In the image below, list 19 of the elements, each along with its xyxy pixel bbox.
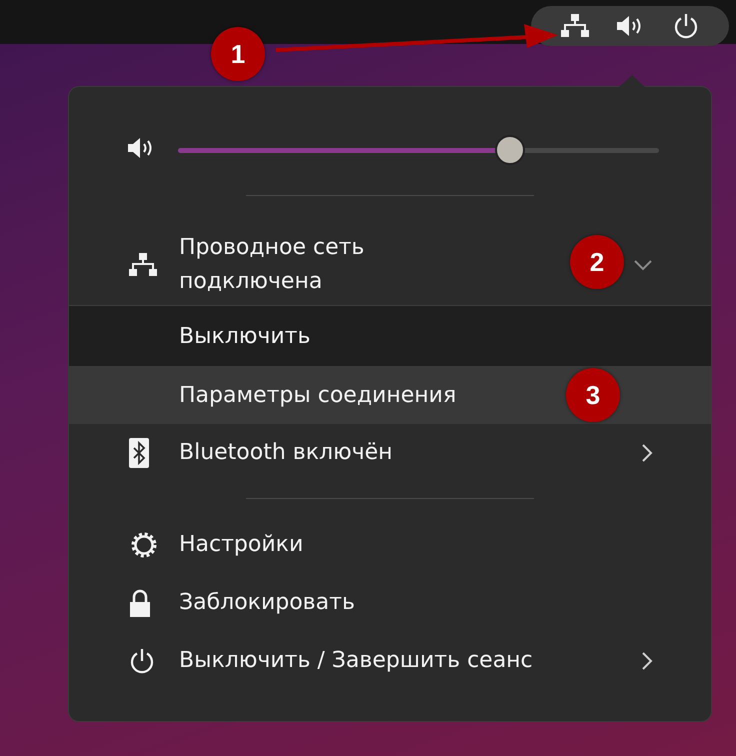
volume-slider[interactable]	[178, 135, 659, 165]
power-icon	[129, 648, 155, 674]
network-icon[interactable]	[560, 14, 589, 38]
gear-icon	[129, 530, 159, 560]
callout-number: 1	[211, 27, 265, 81]
menu-label: Bluetooth включён	[179, 439, 393, 467]
status-area[interactable]	[531, 6, 729, 46]
chevron-right-icon[interactable]	[641, 651, 653, 671]
power-icon[interactable]	[673, 13, 700, 39]
chevron-right-icon[interactable]	[641, 443, 653, 463]
chevron-down-icon[interactable]	[633, 259, 653, 271]
network-icon	[129, 253, 157, 277]
menu-label: Выключить / Завершить сеанс	[179, 647, 533, 675]
lock-icon	[129, 589, 151, 617]
menu-label: Заблокировать	[179, 589, 355, 617]
menu-label: Настройки	[179, 531, 304, 559]
submenu-item[interactable]: Выключить	[69, 306, 711, 366]
bluetooth-icon	[129, 438, 149, 468]
menu-label: Проводное сеть подключена	[179, 234, 366, 296]
